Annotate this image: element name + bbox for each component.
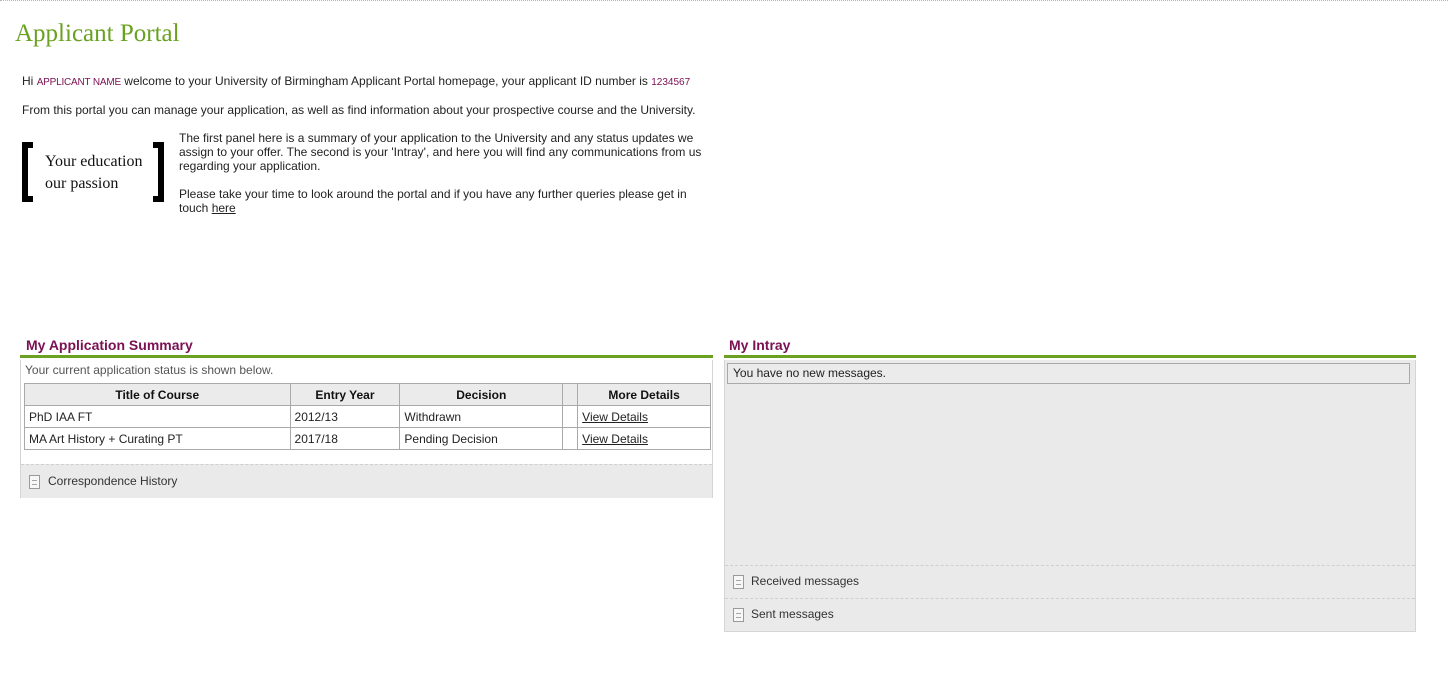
slogan-line-2: our passion bbox=[45, 175, 119, 192]
intray-message: You have no new messages. bbox=[727, 363, 1410, 384]
welcome-text: welcome to your University of Birmingham… bbox=[124, 74, 648, 88]
table-row: MA Art History + Curating PT 2017/18 Pen… bbox=[24, 427, 711, 450]
decision-cell: Withdrawn bbox=[399, 405, 564, 428]
blurb-paragraph-1: The first panel here is a summary of you… bbox=[179, 131, 702, 173]
document-icon bbox=[733, 608, 744, 622]
slogan-logo: Your education our passion bbox=[22, 142, 164, 202]
course-title-cell: PhD IAA FT bbox=[24, 405, 291, 428]
decision-cell: Pending Decision bbox=[399, 427, 564, 450]
top-dotted-divider bbox=[0, 0, 1448, 1]
blank-cell bbox=[562, 427, 579, 450]
correspondence-history-row[interactable]: Correspondence History bbox=[21, 464, 712, 498]
application-summary-title: My Application Summary bbox=[26, 337, 193, 353]
slogan-line-1: Your education bbox=[45, 153, 143, 170]
applicant-name: APPLICANT NAME bbox=[36, 77, 121, 88]
column-header bbox=[562, 383, 579, 406]
received-messages-row[interactable]: Received messages bbox=[725, 565, 1415, 598]
portal-blurb: The first panel here is a summary of you… bbox=[179, 131, 709, 229]
right-bracket-icon bbox=[153, 142, 164, 202]
applications-table: Title of Course Entry Year Decision More… bbox=[24, 383, 711, 450]
document-icon bbox=[733, 575, 744, 589]
table-row: PhD IAA FT 2012/13 Withdrawn View Detail… bbox=[24, 405, 711, 428]
correspondence-history-link[interactable]: Correspondence History bbox=[48, 474, 177, 488]
blurb-contact-text: Please take your time to look around the… bbox=[179, 187, 687, 215]
column-header: Entry Year bbox=[289, 383, 401, 406]
application-summary-panel: Your current application status is shown… bbox=[20, 360, 713, 498]
summary-caption: Your current application status is shown… bbox=[25, 363, 274, 377]
entry-year-cell: 2012/13 bbox=[289, 405, 401, 428]
slogan-text: Your education our passion bbox=[45, 151, 142, 195]
intray-title: My Intray bbox=[729, 337, 791, 353]
view-details-link[interactable]: View Details bbox=[582, 432, 648, 446]
applicant-id: 1234567 bbox=[651, 77, 691, 88]
column-header: Title of Course bbox=[24, 383, 291, 406]
intray-panel: You have no new messages. Received messa… bbox=[724, 360, 1416, 632]
more-details-cell: View Details bbox=[577, 405, 711, 428]
column-header: More Details bbox=[577, 383, 711, 406]
greeting-text: Hi bbox=[22, 74, 34, 88]
view-details-link[interactable]: View Details bbox=[582, 410, 648, 424]
more-details-cell: View Details bbox=[577, 427, 711, 450]
table-header-row: Title of Course Entry Year Decision More… bbox=[24, 383, 711, 406]
entry-year-cell: 2017/18 bbox=[289, 427, 401, 450]
page-title: Applicant Portal bbox=[15, 20, 180, 47]
summary-title-rule bbox=[20, 355, 713, 358]
document-icon bbox=[29, 475, 40, 489]
contact-here-link[interactable]: here bbox=[212, 201, 236, 215]
course-title-cell: MA Art History + Curating PT bbox=[24, 427, 291, 450]
sent-messages-link[interactable]: Sent messages bbox=[751, 607, 834, 621]
blurb-paragraph-2: Please take your time to look around the… bbox=[179, 187, 709, 215]
welcome-line: Hi APPLICANT NAME welcome to your Univer… bbox=[22, 74, 722, 90]
portal-description: From this portal you can manage your app… bbox=[22, 103, 696, 117]
column-header: Decision bbox=[399, 383, 564, 406]
received-messages-link[interactable]: Received messages bbox=[751, 574, 859, 588]
left-bracket-icon bbox=[22, 142, 33, 202]
intray-title-rule bbox=[724, 355, 1416, 358]
blank-cell bbox=[562, 405, 579, 428]
sent-messages-row[interactable]: Sent messages bbox=[725, 598, 1415, 631]
